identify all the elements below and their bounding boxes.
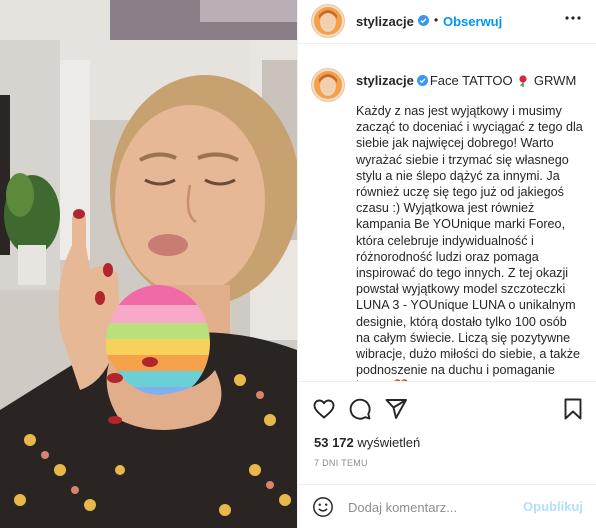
caption-title-suffix: GRWM xyxy=(533,73,577,88)
views-number: 53 172 xyxy=(314,435,354,450)
views-count[interactable]: 53 172 wyświetleń xyxy=(314,435,420,450)
post-header: stylizacje • Obserwuj xyxy=(298,0,596,44)
post-media[interactable] xyxy=(0,0,297,528)
comment-input[interactable] xyxy=(348,495,518,519)
heart-icon[interactable] xyxy=(312,397,336,421)
caption-username[interactable]: stylizacje xyxy=(356,73,414,88)
post-timestamp[interactable]: 7 DNI TEMU xyxy=(314,458,368,468)
avatar-image xyxy=(312,5,344,37)
action-bar xyxy=(298,394,596,424)
more-horizontal-icon[interactable] xyxy=(565,15,581,21)
verified-badge-icon xyxy=(418,15,429,26)
header-username[interactable]: stylizacje xyxy=(356,14,414,29)
caption-title-row: stylizacje Face TATTOO GRWM xyxy=(356,73,576,88)
avatar[interactable] xyxy=(312,5,344,37)
smiley-icon[interactable] xyxy=(312,496,334,518)
caption-section: stylizacje Face TATTOO GRWM Każdy z nas j… xyxy=(298,45,596,382)
post-panel: stylizacje • Obserwuj stylizacje Face TAT… xyxy=(297,0,596,528)
views-label: wyświetleń xyxy=(357,435,421,450)
avatar-image xyxy=(312,69,344,101)
verified-badge-icon xyxy=(416,75,428,86)
video-frame xyxy=(0,0,297,528)
comment-bubble-icon[interactable] xyxy=(348,397,372,421)
paper-plane-icon[interactable] xyxy=(384,397,408,421)
caption-title: Face TATTOO xyxy=(429,73,513,88)
comment-bar: Opublikuj xyxy=(298,484,596,528)
rose-emoji-icon xyxy=(519,75,527,87)
bookmark-icon[interactable] xyxy=(561,397,585,421)
caption-avatar[interactable] xyxy=(312,69,344,101)
follow-button[interactable]: Obserwuj xyxy=(443,14,502,29)
publish-button[interactable]: Opublikuj xyxy=(523,499,583,514)
caption-text: Każdy z nas jest wyjątkowy i musimy zacz… xyxy=(356,104,583,381)
separator-dot: • xyxy=(434,13,439,27)
